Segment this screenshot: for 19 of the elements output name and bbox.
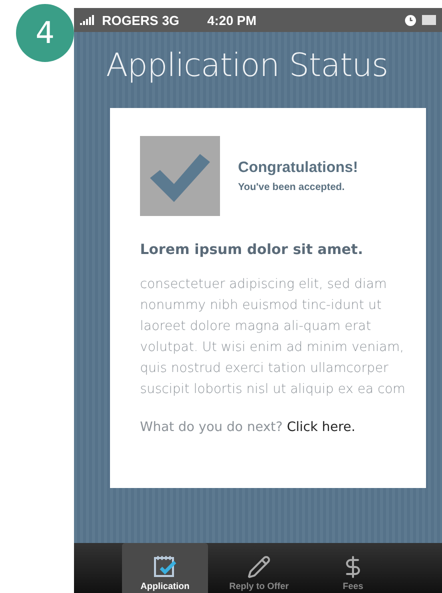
tab[interactable]: Reply to Offer: [216, 543, 302, 593]
pencil-icon: [247, 555, 271, 579]
next-step-text: What do you do next? Click here.: [140, 420, 356, 435]
clock-time: 4:20 PM: [207, 12, 258, 28]
section-title: Lorem ipsum dolor sit amet.: [140, 242, 364, 258]
battery-icon: [422, 15, 436, 25]
notepad-check-icon: [152, 553, 178, 579]
page-title: Application Status: [106, 46, 389, 84]
tab[interactable]: Application: [122, 543, 208, 593]
click-here-link[interactable]: Click here.: [286, 420, 356, 435]
body-paragraph: consectetuer adipiscing elit, sed diam nonummy nibh euismod tinc-idunt ut laoreet dolore magna ali-quam erat volutpat. Ut wisi enim ad minim veniam, quis nostrud exerci tation ullamcorper suscipit lobortis nisl ut aliquip ex ea com: [140, 276, 406, 399]
signal-icon: [80, 15, 96, 25]
tab[interactable]: Fees: [310, 543, 396, 593]
clock-icon: [405, 14, 416, 26]
carrier-name: ROGERS 3G: [102, 12, 180, 28]
checkmark-icon: [140, 136, 220, 216]
step-number-badge: 4: [16, 4, 74, 62]
congratulations-heading: Congratulations!: [238, 159, 358, 176]
accepted-subheading: You've been accepted.: [238, 182, 346, 193]
